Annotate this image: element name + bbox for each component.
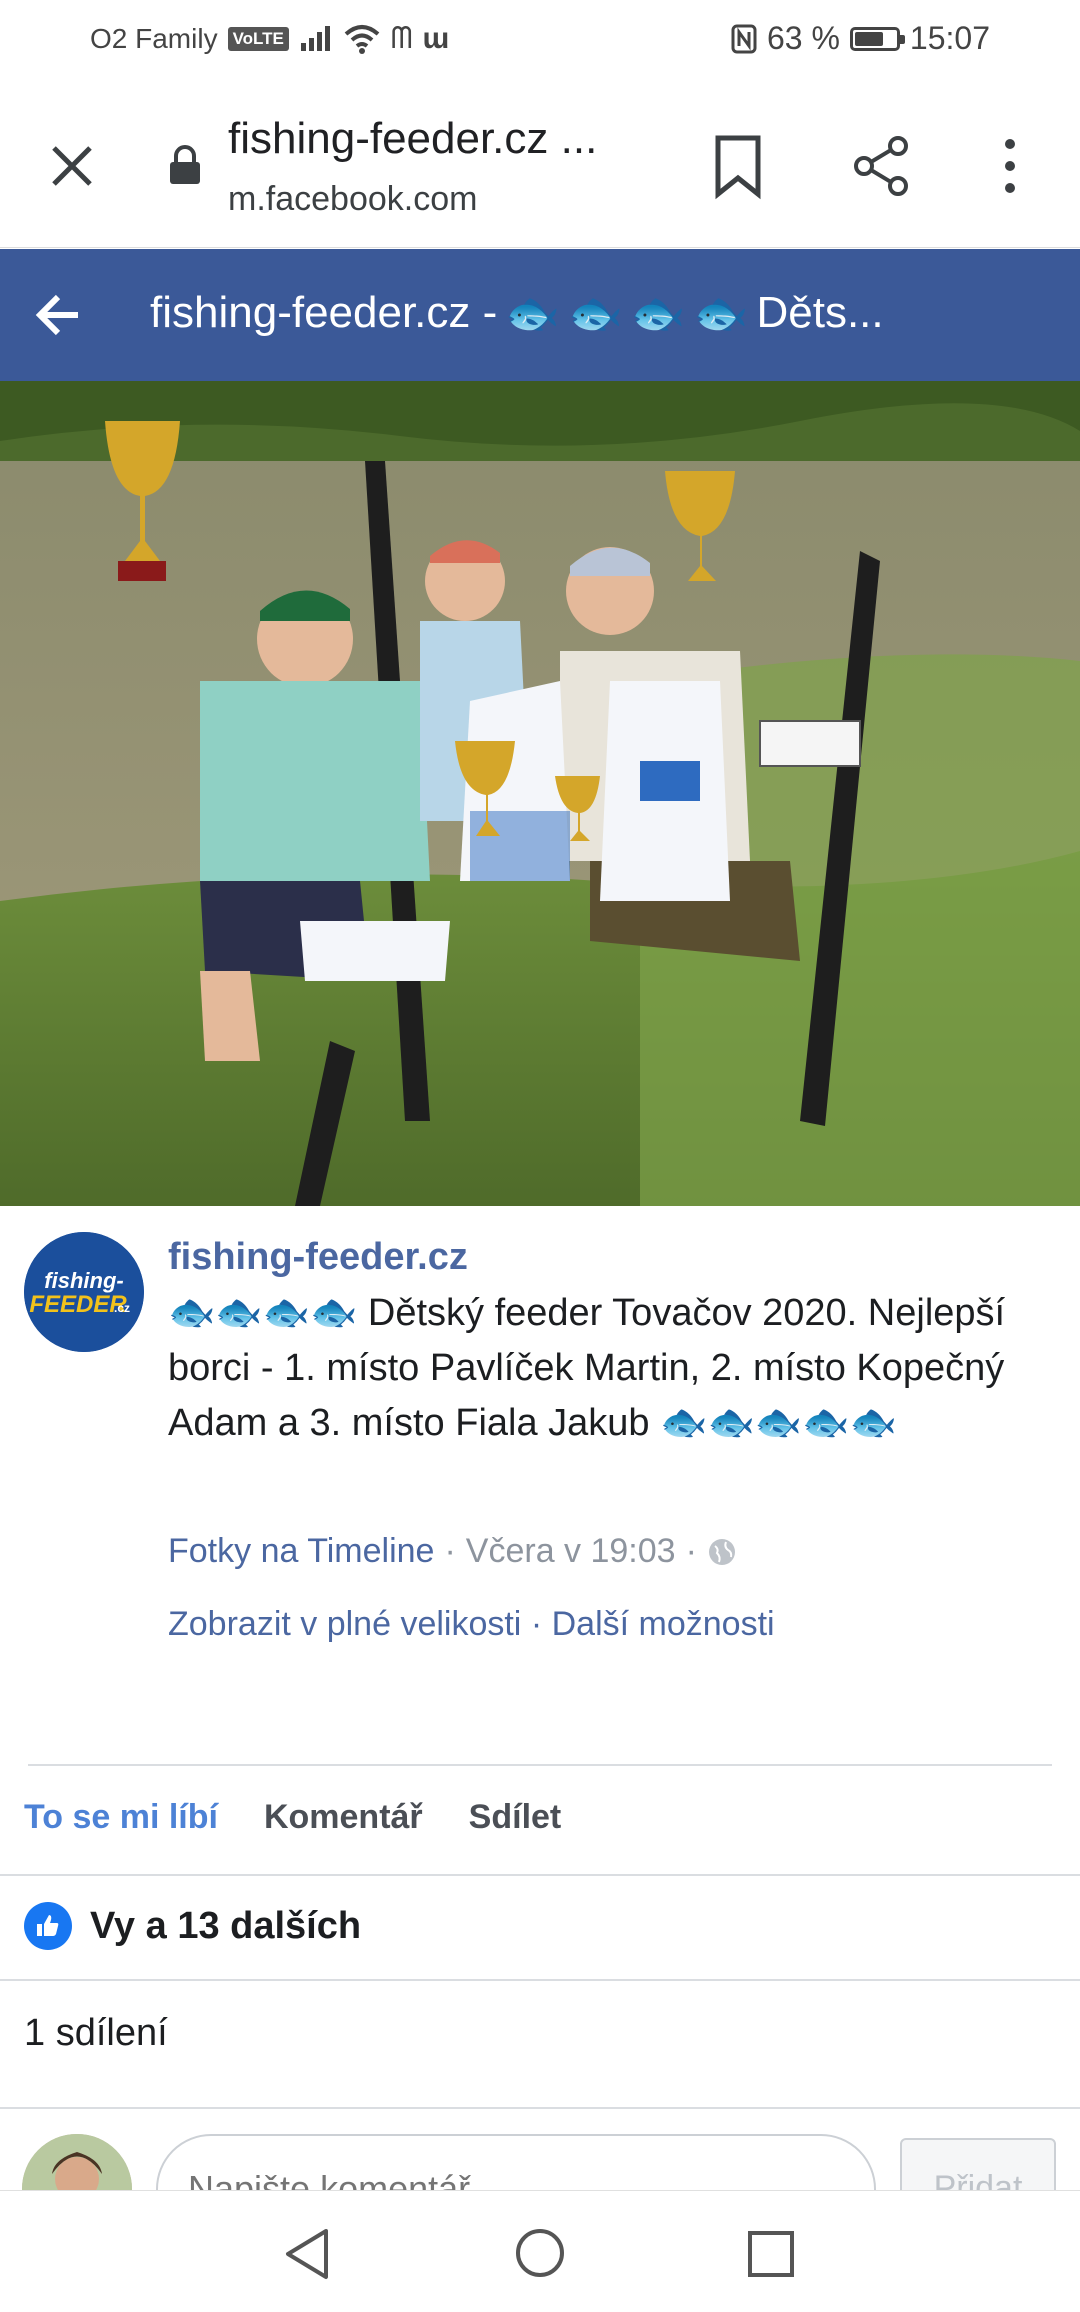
logo-line1: fishing- [44,1268,123,1293]
post-comment-button[interactable]: Přidat [900,2138,1056,2190]
more-menu-icon[interactable] [990,134,1030,198]
page-avatar[interactable]: fishing- FEEDER .cz [24,1232,144,1352]
fish-emoji-icon: 🐟 [215,1292,263,1334]
system-nav-bar [0,2190,1080,2312]
fish-emoji-icon: 🐟 [754,1402,803,1444]
user-avatar[interactable] [22,2134,132,2190]
wifi-icon [344,25,380,54]
like-button[interactable]: To se mi líbí [24,1798,218,1837]
post-meta: Fotky na Timeline · Včera v 19:03 · [168,1532,737,1571]
comment-input[interactable] [156,2134,876,2190]
bookmark-icon[interactable] [710,132,766,200]
album-link[interactable]: Fotky na Timeline [168,1532,434,1571]
shares-count[interactable]: 1 sdílení [24,2012,168,2055]
logo-suffix: .cz [114,1301,130,1315]
fish-emoji-icon: 🐟 [262,1292,310,1334]
clock: 15:07 [909,20,990,56]
more-options-link[interactable]: Další možnosti [552,1605,775,1643]
fish-emoji-icon: 🐟 [802,1402,850,1444]
fish-emoji-icon: 🐟 [568,289,623,338]
back-arrow-icon[interactable] [30,285,90,345]
meta-separator: · [444,1532,456,1570]
fish-emoji-icon: 🐟 [309,1292,358,1334]
wolt-icon: ɯ [422,22,450,55]
comment-button[interactable]: Komentář [264,1798,423,1837]
page-name-link[interactable]: fishing-feeder.cz [168,1236,468,1279]
browser-toolbar: fishing-feeder.cz ... m.facebook.com [0,80,1080,248]
close-icon[interactable] [40,134,104,198]
nav-recents-icon[interactable] [746,2229,796,2279]
fish-emoji-icon: 🐟 [660,1402,708,1444]
volte-badge: VoLTE [227,27,289,51]
page-title[interactable]: fishing-feeder.cz ... [228,114,597,164]
divider [28,1764,1052,1766]
comment-composer: Přidat [0,2110,1080,2190]
nav-home-icon[interactable] [514,2227,566,2279]
fish-emoji-icon: 🐟 [168,1292,216,1334]
signal-icon [300,26,330,51]
fish-emoji-icon: 🐟 [849,1402,897,1444]
nfc-icon [731,24,757,53]
header-title-prefix: fishing-feeder.cz - [150,288,498,337]
thumbs-up-icon [24,1902,72,1950]
battery-icon [849,26,905,51]
globe-icon [708,1538,735,1565]
status-right: 63 % 15:07 [731,20,990,57]
meta-separator: · [685,1532,697,1570]
fishing-feeder-logo: fishing- FEEDER .cz [24,1232,144,1352]
divider [0,1979,1080,1981]
lock-icon [170,145,200,184]
post-options: Zobrazit v plné velikosti · Další možnos… [168,1605,775,1644]
share-button[interactable]: Sdílet [469,1798,562,1837]
reactions-text: Vy a 13 dalších [90,1904,362,1947]
facebook-header: fishing-feeder.cz - 🐟 🐟 🐟 🐟 Děts... [0,249,1080,381]
fish-emoji-icon: 🐟 [707,1402,755,1444]
meta-separator: · [530,1605,543,1643]
fish-emoji-icon: 🐟 [630,289,686,338]
post-timestamp[interactable]: Včera v 19:03 [466,1532,676,1571]
nav-back-icon[interactable] [282,2227,334,2281]
logo-line2: FEEDER [29,1291,127,1318]
status-bar: O2 Family VoLTE ᗰ ɯ 63 % 15:07 [0,0,1080,80]
header-title-suffix: Děts... [756,288,884,337]
carrier-label: O2 Family [90,23,218,54]
fish-emoji-icon: 🐟 [693,289,749,338]
share-icon[interactable] [850,134,914,198]
page-domain[interactable]: m.facebook.com [228,180,477,219]
mcdonalds-icon: ᗰ [390,22,413,55]
battery-percent: 63 % [766,20,840,56]
divider [0,1874,1080,1876]
reactions-summary[interactable]: Vy a 13 dalších [24,1902,361,1950]
post-caption: 🐟🐟🐟🐟 Dětský feeder Tovačov 2020. Nejlepš… [168,1286,1058,1451]
post-photo[interactable] [0,381,1080,1206]
action-bar: To se mi líbí Komentář Sdílet [24,1798,561,1837]
divider [0,2107,1080,2109]
fish-emoji-icon: 🐟 [505,289,561,338]
header-title: fishing-feeder.cz - 🐟 🐟 🐟 🐟 Děts... [150,287,884,339]
status-left: O2 Family VoLTE ᗰ ɯ [90,22,449,56]
view-full-size-link[interactable]: Zobrazit v plné velikosti [168,1605,521,1643]
